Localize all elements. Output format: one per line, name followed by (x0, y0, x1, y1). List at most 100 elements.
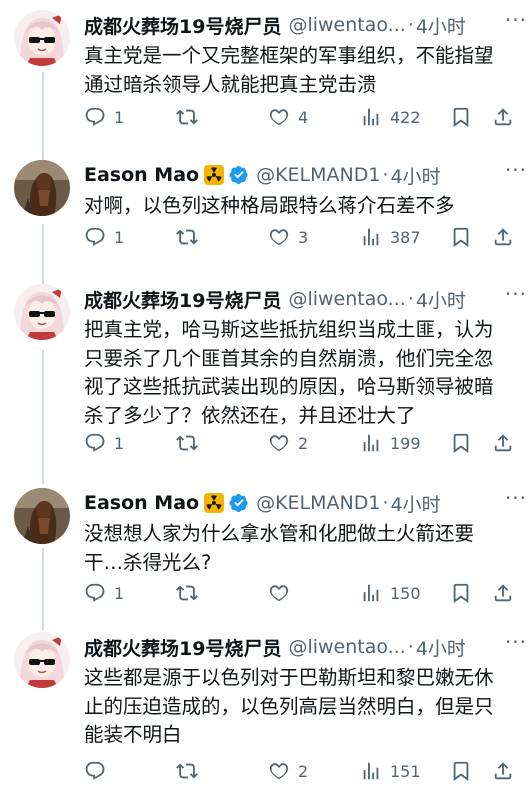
tweet[interactable]: 成都火葬场19号烧尸员 @liwentao... · 4小时 ··· 把真主党，… (0, 280, 531, 470)
bookmark-button[interactable] (450, 222, 472, 252)
share-button[interactable] (492, 222, 514, 252)
avatar[interactable] (14, 10, 70, 66)
author-name[interactable]: Eason Mao (84, 164, 199, 186)
tweet-header: Eason Mao @KELMAND1 · 4小时 (84, 488, 517, 518)
share-button[interactable] (492, 756, 514, 786)
repost-button[interactable] (176, 222, 206, 252)
more-options-button[interactable]: ··· (505, 158, 527, 182)
reply-button[interactable]: 1 (84, 578, 124, 608)
bookmark-icon (453, 227, 469, 247)
like-button[interactable]: 4 (268, 102, 308, 132)
reply-icon (85, 227, 105, 246)
like-count: 2 (298, 433, 309, 453)
like-button[interactable]: 2 (268, 428, 308, 458)
more-options-button[interactable]: ··· (505, 282, 527, 306)
reply-button[interactable]: 1 (84, 102, 124, 132)
reply-icon (85, 433, 105, 452)
share-button[interactable] (492, 428, 514, 458)
views-button[interactable]: 422 (360, 102, 421, 132)
action-bar: 1 150 (84, 578, 514, 608)
author-handle[interactable]: @liwentao... (288, 288, 405, 310)
reply-button[interactable]: 1 (84, 222, 124, 252)
bookmark-icon (453, 107, 469, 127)
repost-icon (176, 435, 198, 451)
repost-button[interactable] (176, 756, 206, 786)
like-count: 2 (298, 761, 309, 781)
bookmark-icon (453, 761, 469, 781)
views-button[interactable]: 151 (360, 756, 421, 786)
like-count: 4 (298, 107, 309, 127)
author-handle[interactable]: @liwentao... (288, 14, 405, 36)
timestamp[interactable]: 4小时 (391, 490, 441, 517)
separator-dot: · (382, 164, 389, 186)
share-button[interactable] (492, 102, 514, 132)
share-button[interactable] (492, 578, 514, 608)
action-bar: 2 151 (84, 756, 514, 786)
heart-icon (269, 763, 289, 780)
author-handle[interactable]: @KELMAND1 (256, 164, 380, 186)
avatar[interactable] (14, 488, 70, 544)
view-count: 151 (390, 761, 421, 781)
separator-dot: · (382, 492, 389, 514)
tweet[interactable]: 成都火葬场19号烧尸员 @liwentao... · 4小时 ··· 这些都是源… (0, 628, 531, 798)
reply-button[interactable] (84, 756, 114, 786)
like-button[interactable] (268, 578, 298, 608)
more-options-button[interactable]: ··· (505, 630, 527, 654)
reply-count: 1 (114, 433, 125, 453)
reply-count: 1 (114, 107, 125, 127)
action-bar: 1 3 387 (84, 222, 514, 252)
like-button[interactable]: 3 (268, 222, 308, 252)
views-button[interactable]: 387 (360, 222, 421, 252)
views-icon (363, 108, 379, 126)
avatar[interactable] (14, 284, 70, 340)
radiation-badge-icon (204, 493, 225, 513)
more-options-button[interactable]: ··· (505, 486, 527, 510)
timestamp[interactable]: 4小时 (416, 286, 466, 313)
views-icon (363, 762, 379, 780)
author-handle[interactable]: @liwentao... (288, 636, 405, 658)
repost-icon (176, 229, 198, 245)
views-button[interactable]: 199 (360, 428, 421, 458)
author-handle[interactable]: @KELMAND1 (256, 492, 380, 514)
repost-button[interactable] (176, 578, 206, 608)
reply-button[interactable]: 1 (84, 428, 124, 458)
separator-dot: · (407, 288, 414, 310)
timestamp[interactable]: 4小时 (391, 162, 441, 189)
share-icon (494, 434, 512, 452)
share-icon (494, 108, 512, 126)
views-icon (363, 584, 379, 602)
bookmark-button[interactable] (450, 756, 472, 786)
bookmark-button[interactable] (450, 428, 472, 458)
views-icon (363, 228, 379, 246)
views-icon (363, 434, 379, 452)
radiation-badge-icon (204, 165, 225, 185)
repost-icon (176, 585, 198, 601)
author-name[interactable]: Eason Mao (84, 492, 199, 514)
author-name[interactable]: 成都火葬场19号烧尸员 (84, 12, 281, 39)
heart-icon (269, 109, 289, 126)
tweet[interactable]: Eason Mao @KELMAND1 · 4小时 ··· 对啊，以色列这种格局… (0, 156, 531, 256)
repost-button[interactable] (176, 428, 206, 458)
more-options-button[interactable]: ··· (505, 8, 527, 32)
like-button[interactable]: 2 (268, 756, 308, 786)
tweet-text: 真主党是一个又完整框架的军事组织，不能指望通过暗杀领导人就能把真主党击溃 (84, 44, 494, 96)
timestamp[interactable]: 4小时 (416, 12, 466, 39)
timestamp[interactable]: 4小时 (416, 634, 466, 661)
tweet-header: 成都火葬场19号烧尸员 @liwentao... · 4小时 (84, 10, 517, 40)
views-button[interactable]: 150 (360, 578, 421, 608)
verified-badge-icon[interactable] (229, 493, 249, 513)
author-name[interactable]: 成都火葬场19号烧尸员 (84, 634, 281, 661)
view-count: 150 (390, 583, 421, 603)
author-name[interactable]: 成都火葬场19号烧尸员 (84, 286, 281, 313)
bookmark-button[interactable] (450, 102, 472, 132)
tweet[interactable]: Eason Mao @KELMAND1 · 4小时 ··· 没想想人家为什么拿水… (0, 484, 531, 612)
verified-badge-icon[interactable] (229, 165, 249, 185)
heart-icon (269, 229, 289, 246)
avatar[interactable] (14, 632, 70, 688)
bookmark-button[interactable] (450, 578, 472, 608)
tweet[interactable]: 成都火葬场19号烧尸员 @liwentao... · 4小时 ··· 真主党是一… (0, 6, 531, 136)
tweet-text: 没想想人家为什么拿水管和化肥做土火箭还要干…杀得光么? (84, 522, 475, 574)
repost-button[interactable] (176, 102, 206, 132)
avatar[interactable] (14, 160, 70, 216)
tweet-text: 对啊，以色列这种格局跟特么蒋介石差不多 (84, 194, 455, 217)
